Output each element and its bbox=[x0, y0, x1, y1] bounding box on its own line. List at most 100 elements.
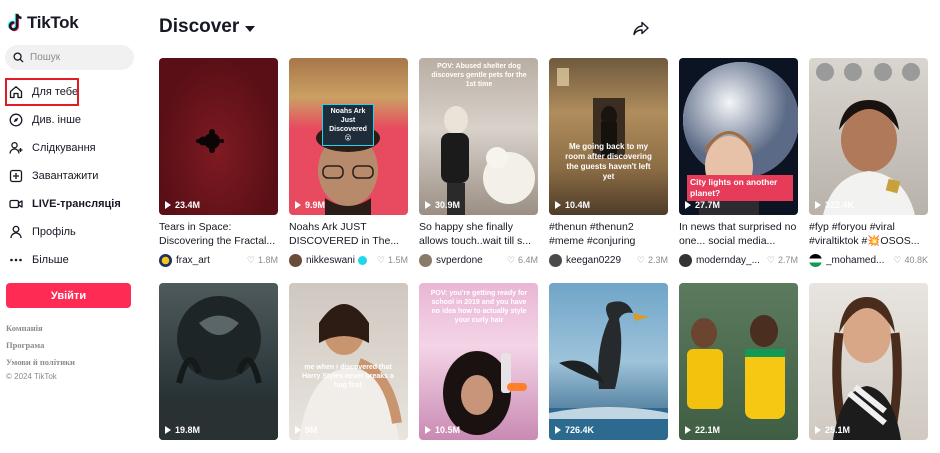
more-icon bbox=[10, 258, 22, 262]
video-card[interactable]: 322.4K #fyp #foryou #viral #viraltiktok … bbox=[809, 58, 928, 267]
video-thumbnail[interactable]: Noahs Ark Just Discovered 😮 9.9M bbox=[289, 58, 408, 215]
login-button[interactable]: Увійти bbox=[6, 283, 131, 308]
video-card[interactable]: 726.4K bbox=[549, 283, 668, 440]
video-card[interactable]: 25.1M bbox=[809, 283, 928, 440]
nav-item-upload[interactable]: Завантажити bbox=[5, 162, 135, 190]
video-meta: frax_art ♡ 1.8M bbox=[159, 253, 278, 267]
author-name[interactable]: modernday_... bbox=[696, 255, 760, 266]
play-icon bbox=[165, 201, 171, 209]
tiktok-logo[interactable]: TikTok bbox=[8, 12, 79, 34]
video-card[interactable]: POV: you're getting ready for school in … bbox=[419, 283, 538, 440]
like-count: ♡ 1.8M bbox=[246, 254, 278, 266]
nav-item-following[interactable]: Слідкування bbox=[5, 134, 135, 162]
play-icon bbox=[295, 201, 301, 209]
video-caption[interactable]: #thenun #thenun2 #meme #conjuring bbox=[549, 220, 668, 248]
video-card[interactable]: City lights on another planet? 27.7M In … bbox=[679, 58, 798, 267]
search-bar[interactable] bbox=[5, 45, 134, 70]
video-card[interactable]: POV: Abused shelter dog discovers gentle… bbox=[419, 58, 538, 267]
video-overlay-text: Noahs Ark Just Discovered 😮 bbox=[322, 104, 374, 146]
video-card[interactable]: 19.8M bbox=[159, 283, 278, 440]
play-icon bbox=[815, 201, 821, 209]
play-icon bbox=[165, 426, 171, 434]
footer-link-terms[interactable]: Умови й політики bbox=[6, 354, 75, 371]
video-thumbnail[interactable]: 23.4M bbox=[159, 58, 278, 215]
video-thumbnail[interactable]: Me going back to my room after discoveri… bbox=[549, 58, 668, 215]
video-thumbnail[interactable]: 22.1M bbox=[679, 283, 798, 440]
avatar[interactable] bbox=[289, 253, 302, 267]
view-count: 27.7M bbox=[685, 200, 720, 210]
video-thumbnail[interactable]: POV: Abused shelter dog discovers gentle… bbox=[419, 58, 538, 215]
share-icon[interactable] bbox=[632, 19, 650, 37]
nav-label: LIVE-трансляція bbox=[32, 198, 121, 210]
nav-label: Більше bbox=[32, 254, 69, 266]
author-name[interactable]: nikkeswani bbox=[306, 255, 355, 266]
profile-icon bbox=[10, 225, 22, 239]
video-overlay-text: Me going back to my room after discoveri… bbox=[565, 142, 652, 181]
sidebar-nav: Для тебе Див. інше Слідкування Завантажи… bbox=[5, 78, 135, 274]
view-count: 9.9M bbox=[295, 200, 325, 210]
heart-icon: ♡ bbox=[893, 254, 902, 265]
video-card[interactable]: 22.1M bbox=[679, 283, 798, 440]
author-name[interactable]: _mohamed... bbox=[826, 255, 884, 266]
video-card[interactable]: Noahs Ark Just Discovered 😮 9.9M Noahs A… bbox=[289, 58, 408, 267]
video-caption[interactable]: In news that surprised no one... social … bbox=[679, 220, 798, 248]
footer-link-program[interactable]: Програма bbox=[6, 337, 75, 354]
view-count: 322.4K bbox=[815, 200, 854, 210]
video-card[interactable]: me when i discovered that Harry Styles n… bbox=[289, 283, 408, 440]
video-meta: modernday_... ♡ 2.7M bbox=[679, 253, 798, 267]
video-card[interactable]: Me going back to my room after discoveri… bbox=[549, 58, 668, 267]
video-caption[interactable]: Tears in Space: Discovering the Fractal.… bbox=[159, 220, 278, 248]
play-icon bbox=[425, 201, 431, 209]
play-icon bbox=[555, 426, 561, 434]
view-count: 9M bbox=[295, 425, 318, 435]
nav-item-explore[interactable]: Див. інше bbox=[5, 106, 135, 134]
video-meta: keegan0229 ♡ 2.3M bbox=[549, 253, 668, 267]
heart-icon: ♡ bbox=[636, 254, 645, 265]
video-thumbnail[interactable]: me when i discovered that Harry Styles n… bbox=[289, 283, 408, 440]
view-count: 30.9M bbox=[425, 200, 460, 210]
nav-label: Завантажити bbox=[32, 170, 99, 182]
video-caption[interactable]: So happy she finally allows touch..wait … bbox=[419, 220, 538, 248]
heart-icon: ♡ bbox=[376, 254, 385, 265]
video-overlay-text: City lights on another planet? bbox=[687, 175, 793, 201]
nav-label: Для тебе bbox=[32, 86, 79, 98]
avatar[interactable] bbox=[419, 253, 432, 267]
hugging-girls-image bbox=[299, 304, 402, 440]
search-input[interactable] bbox=[30, 52, 125, 63]
verified-badge-icon bbox=[357, 255, 367, 265]
avatar[interactable] bbox=[159, 253, 172, 267]
author-name[interactable]: keegan0229 bbox=[566, 255, 621, 266]
video-thumbnail[interactable]: City lights on another planet? 27.7M bbox=[679, 58, 798, 215]
video-caption[interactable]: #fyp #foryou #viral #viraltiktok #💥OSOS.… bbox=[809, 220, 928, 248]
video-card[interactable]: 23.4M Tears in Space: Discovering the Fr… bbox=[159, 58, 278, 267]
play-icon bbox=[295, 426, 301, 434]
avatar[interactable] bbox=[679, 253, 692, 267]
hallway-image bbox=[557, 68, 625, 158]
video-thumbnail[interactable]: 726.4K bbox=[549, 283, 668, 440]
video-meta: svperdone ♡ 6.4M bbox=[419, 253, 538, 267]
author-name[interactable]: frax_art bbox=[176, 255, 210, 266]
nav-label: Профіль bbox=[32, 226, 76, 238]
like-count: ♡ 2.7M bbox=[766, 254, 798, 266]
author-name[interactable]: svperdone bbox=[436, 255, 483, 266]
nav-item-profile[interactable]: Профіль bbox=[5, 218, 135, 246]
nav-item-more[interactable]: Більше bbox=[5, 246, 135, 274]
nav-item-for-you[interactable]: Для тебе bbox=[5, 78, 79, 106]
video-caption[interactable]: Noahs Ark JUST DISCOVERED in The... bbox=[289, 220, 408, 248]
play-icon bbox=[685, 426, 691, 434]
heart-icon: ♡ bbox=[766, 254, 775, 265]
football-players-image bbox=[687, 315, 785, 419]
nav-item-live[interactable]: LIVE-трансляція bbox=[5, 190, 135, 218]
sea-monster-image bbox=[159, 296, 278, 440]
video-thumbnail[interactable]: 25.1M bbox=[809, 283, 928, 440]
video-thumbnail[interactable]: 19.8M bbox=[159, 283, 278, 440]
page-title-dropdown[interactable]: Discover bbox=[159, 16, 256, 38]
nav-label: Слідкування bbox=[32, 142, 96, 154]
footer-link-company[interactable]: Компанія bbox=[6, 320, 75, 337]
video-overlay-text: me when i discovered that Harry Styles n… bbox=[302, 364, 394, 389]
avatar[interactable] bbox=[809, 253, 822, 267]
view-count: 19.8M bbox=[165, 425, 200, 435]
video-thumbnail[interactable]: 322.4K bbox=[809, 58, 928, 215]
avatar[interactable] bbox=[549, 253, 562, 267]
video-thumbnail[interactable]: POV: you're getting ready for school in … bbox=[419, 283, 538, 440]
